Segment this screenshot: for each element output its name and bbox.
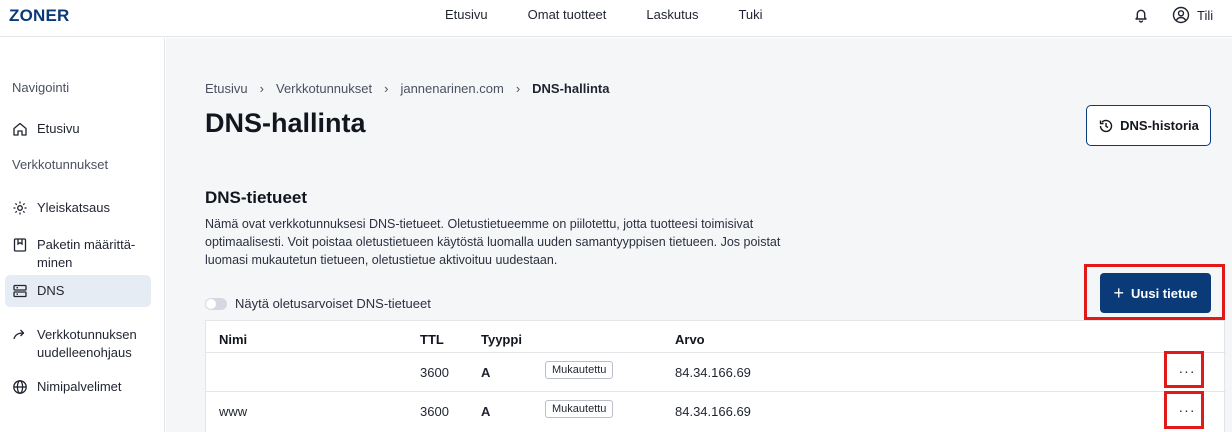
user-circle-icon [1172, 6, 1190, 24]
sidebar-item-package[interactable]: Paketin määrittä-minen [5, 230, 151, 278]
column-header-value: Arvo [675, 332, 705, 347]
custom-badge: Mukautettu [545, 400, 614, 418]
breadcrumb-item-domains[interactable]: Verkkotunnukset [276, 81, 372, 96]
new-record-button[interactable]: + Uusi tietue [1100, 273, 1211, 313]
sidebar-item-label-line1: Verkkotunnuksen [37, 327, 137, 342]
topnav-item-billing[interactable]: Laskutus [646, 7, 698, 22]
breadcrumb-item-domain[interactable]: jannenarinen.com [400, 81, 503, 96]
record-type: A [481, 365, 491, 380]
dns-history-label: DNS-historia [1120, 118, 1199, 133]
server-icon [13, 284, 27, 298]
sidebar-item-label: DNS [37, 283, 65, 298]
record-value: 84.34.166.69 [675, 404, 751, 419]
dns-history-button[interactable]: DNS-historia [1086, 105, 1211, 146]
home-icon [13, 122, 27, 136]
chevron-right-icon: › [259, 81, 264, 96]
sidebar-item-dns[interactable]: DNS [5, 275, 151, 307]
table-row: www 3600 A Mukautettu 84.34.166.69 ··· [206, 391, 1226, 430]
top-nav: Etusivu Omat tuotteet Laskutus Tuki [445, 7, 803, 22]
sidebar-item-label: Paketin määrittä-minen [37, 236, 135, 272]
custom-badge: Mukautettu [545, 361, 614, 379]
record-name: www [219, 404, 248, 419]
main-content: Etusivu › Verkkotunnukset › jannenarinen… [166, 38, 1232, 432]
sidebar: Navigointi Etusivu Verkkotunnukset Yleis… [0, 38, 165, 432]
account-label: Tili [1197, 7, 1214, 23]
page-title: DNS-hallinta [205, 108, 366, 138]
topnav-item-products[interactable]: Omat tuotteet [528, 7, 607, 22]
record-type: A [481, 404, 491, 419]
breadcrumb-item-home[interactable]: Etusivu [205, 81, 248, 96]
highlight-frame [1164, 391, 1204, 429]
history-icon [1099, 119, 1113, 132]
chevron-right-icon: › [515, 81, 521, 96]
sidebar-item-redirect[interactable]: Verkkotunnuksen uudelleenohjaus [5, 320, 151, 368]
gear-icon [13, 201, 27, 215]
section-title: DNS-tietueet [205, 188, 308, 207]
sidebar-item-label: Yleiskatsaus [37, 200, 110, 215]
column-header-ttl: TTL [420, 332, 444, 347]
account-menu[interactable]: Tili [1172, 6, 1213, 24]
breadcrumb-item-current: DNS-hallinta [532, 81, 610, 96]
section-description: Nämä ovat verkkotunnuksesi DNS-tietueet.… [205, 217, 781, 267]
table-row: 3600 A Mukautettu 84.34.166.69 ··· [206, 352, 1226, 391]
new-record-label: Uusi tietue [1131, 285, 1198, 301]
highlight-frame [1164, 351, 1204, 388]
show-default-records-toggle[interactable] [205, 297, 227, 310]
column-header-name: Nimi [219, 332, 248, 347]
breadcrumb: Etusivu › Verkkotunnukset › jannenarinen… [205, 81, 609, 96]
sidebar-heading-domains: Verkkotunnukset [12, 157, 109, 172]
sidebar-heading-navigation: Navigointi [12, 80, 70, 95]
bell-icon[interactable] [1132, 6, 1150, 24]
redirect-arrow-icon [13, 329, 25, 340]
show-default-records-label: Näytä oletusarvoiset DNS-tietueet [235, 296, 431, 311]
sidebar-item-label: Etusivu [37, 121, 80, 136]
chevron-right-icon: › [384, 81, 389, 96]
sidebar-item-label-line2: minen [37, 255, 73, 270]
topnav-item-home[interactable]: Etusivu [445, 7, 488, 22]
record-value: 84.34.166.69 [675, 365, 751, 380]
topnav-item-support[interactable]: Tuki [738, 7, 762, 22]
sidebar-item-label: Verkkotunnuksen uudelleenohjaus [37, 326, 137, 362]
column-header-type: Tyyppi [481, 332, 522, 347]
package-icon [13, 238, 27, 252]
dns-records-table: Nimi TTL Tyyppi Arvo 3600 A Mukautettu 8… [205, 320, 1226, 432]
top-bar: ZONER Etusivu Omat tuotteet Laskutus Tuk… [0, 0, 1232, 37]
show-default-records-toggle-row: Näytä oletusarvoiset DNS-tietueet [205, 296, 431, 311]
sidebar-item-overview[interactable]: Yleiskatsaus [5, 193, 151, 223]
sidebar-item-label-line1: Paketin määrittä- [37, 237, 136, 252]
sidebar-item-home[interactable]: Etusivu [5, 114, 151, 144]
record-ttl: 3600 [420, 404, 449, 419]
globe-icon [13, 380, 27, 394]
sidebar-item-label: Nimipalvelimet [37, 379, 122, 394]
plus-icon: + [1113, 283, 1125, 303]
zoner-logo[interactable]: ZONER [9, 6, 70, 26]
sidebar-item-nameservers[interactable]: Nimipalvelimet [5, 372, 151, 402]
sidebar-item-label-line2: uudelleenohjaus [37, 345, 132, 360]
record-ttl: 3600 [420, 365, 449, 380]
